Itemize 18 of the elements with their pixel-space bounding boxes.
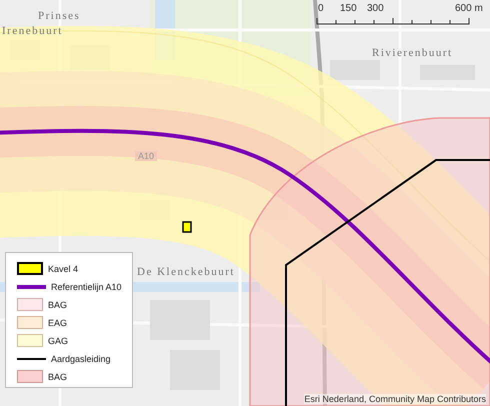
scale-label: 150	[340, 3, 357, 14]
area-label: Prinses	[38, 10, 80, 22]
legend-label: EAG	[48, 318, 68, 328]
area-label: Rivierenbuurt	[372, 47, 453, 59]
scale-label: 0	[318, 3, 324, 14]
scale-label: 600 m	[455, 3, 483, 14]
legend-label: BAG	[48, 372, 68, 382]
legend-label: GAG	[48, 336, 68, 346]
legend-label: Aardgasleiding	[51, 354, 111, 364]
scale-label: 300	[367, 3, 384, 14]
legend-label: Kavel 4	[48, 264, 78, 274]
area-label: Irenebuurt	[2, 25, 63, 37]
legend-label: Referentielijn A10	[51, 282, 122, 292]
road-label: A10	[135, 151, 158, 161]
plot-marker	[182, 221, 192, 233]
legend-label: BAG	[48, 300, 68, 310]
attribution-text: Esri Nederland, Community Map Contributors	[304, 394, 486, 404]
area-label: De Klenckebuurt	[137, 266, 235, 278]
